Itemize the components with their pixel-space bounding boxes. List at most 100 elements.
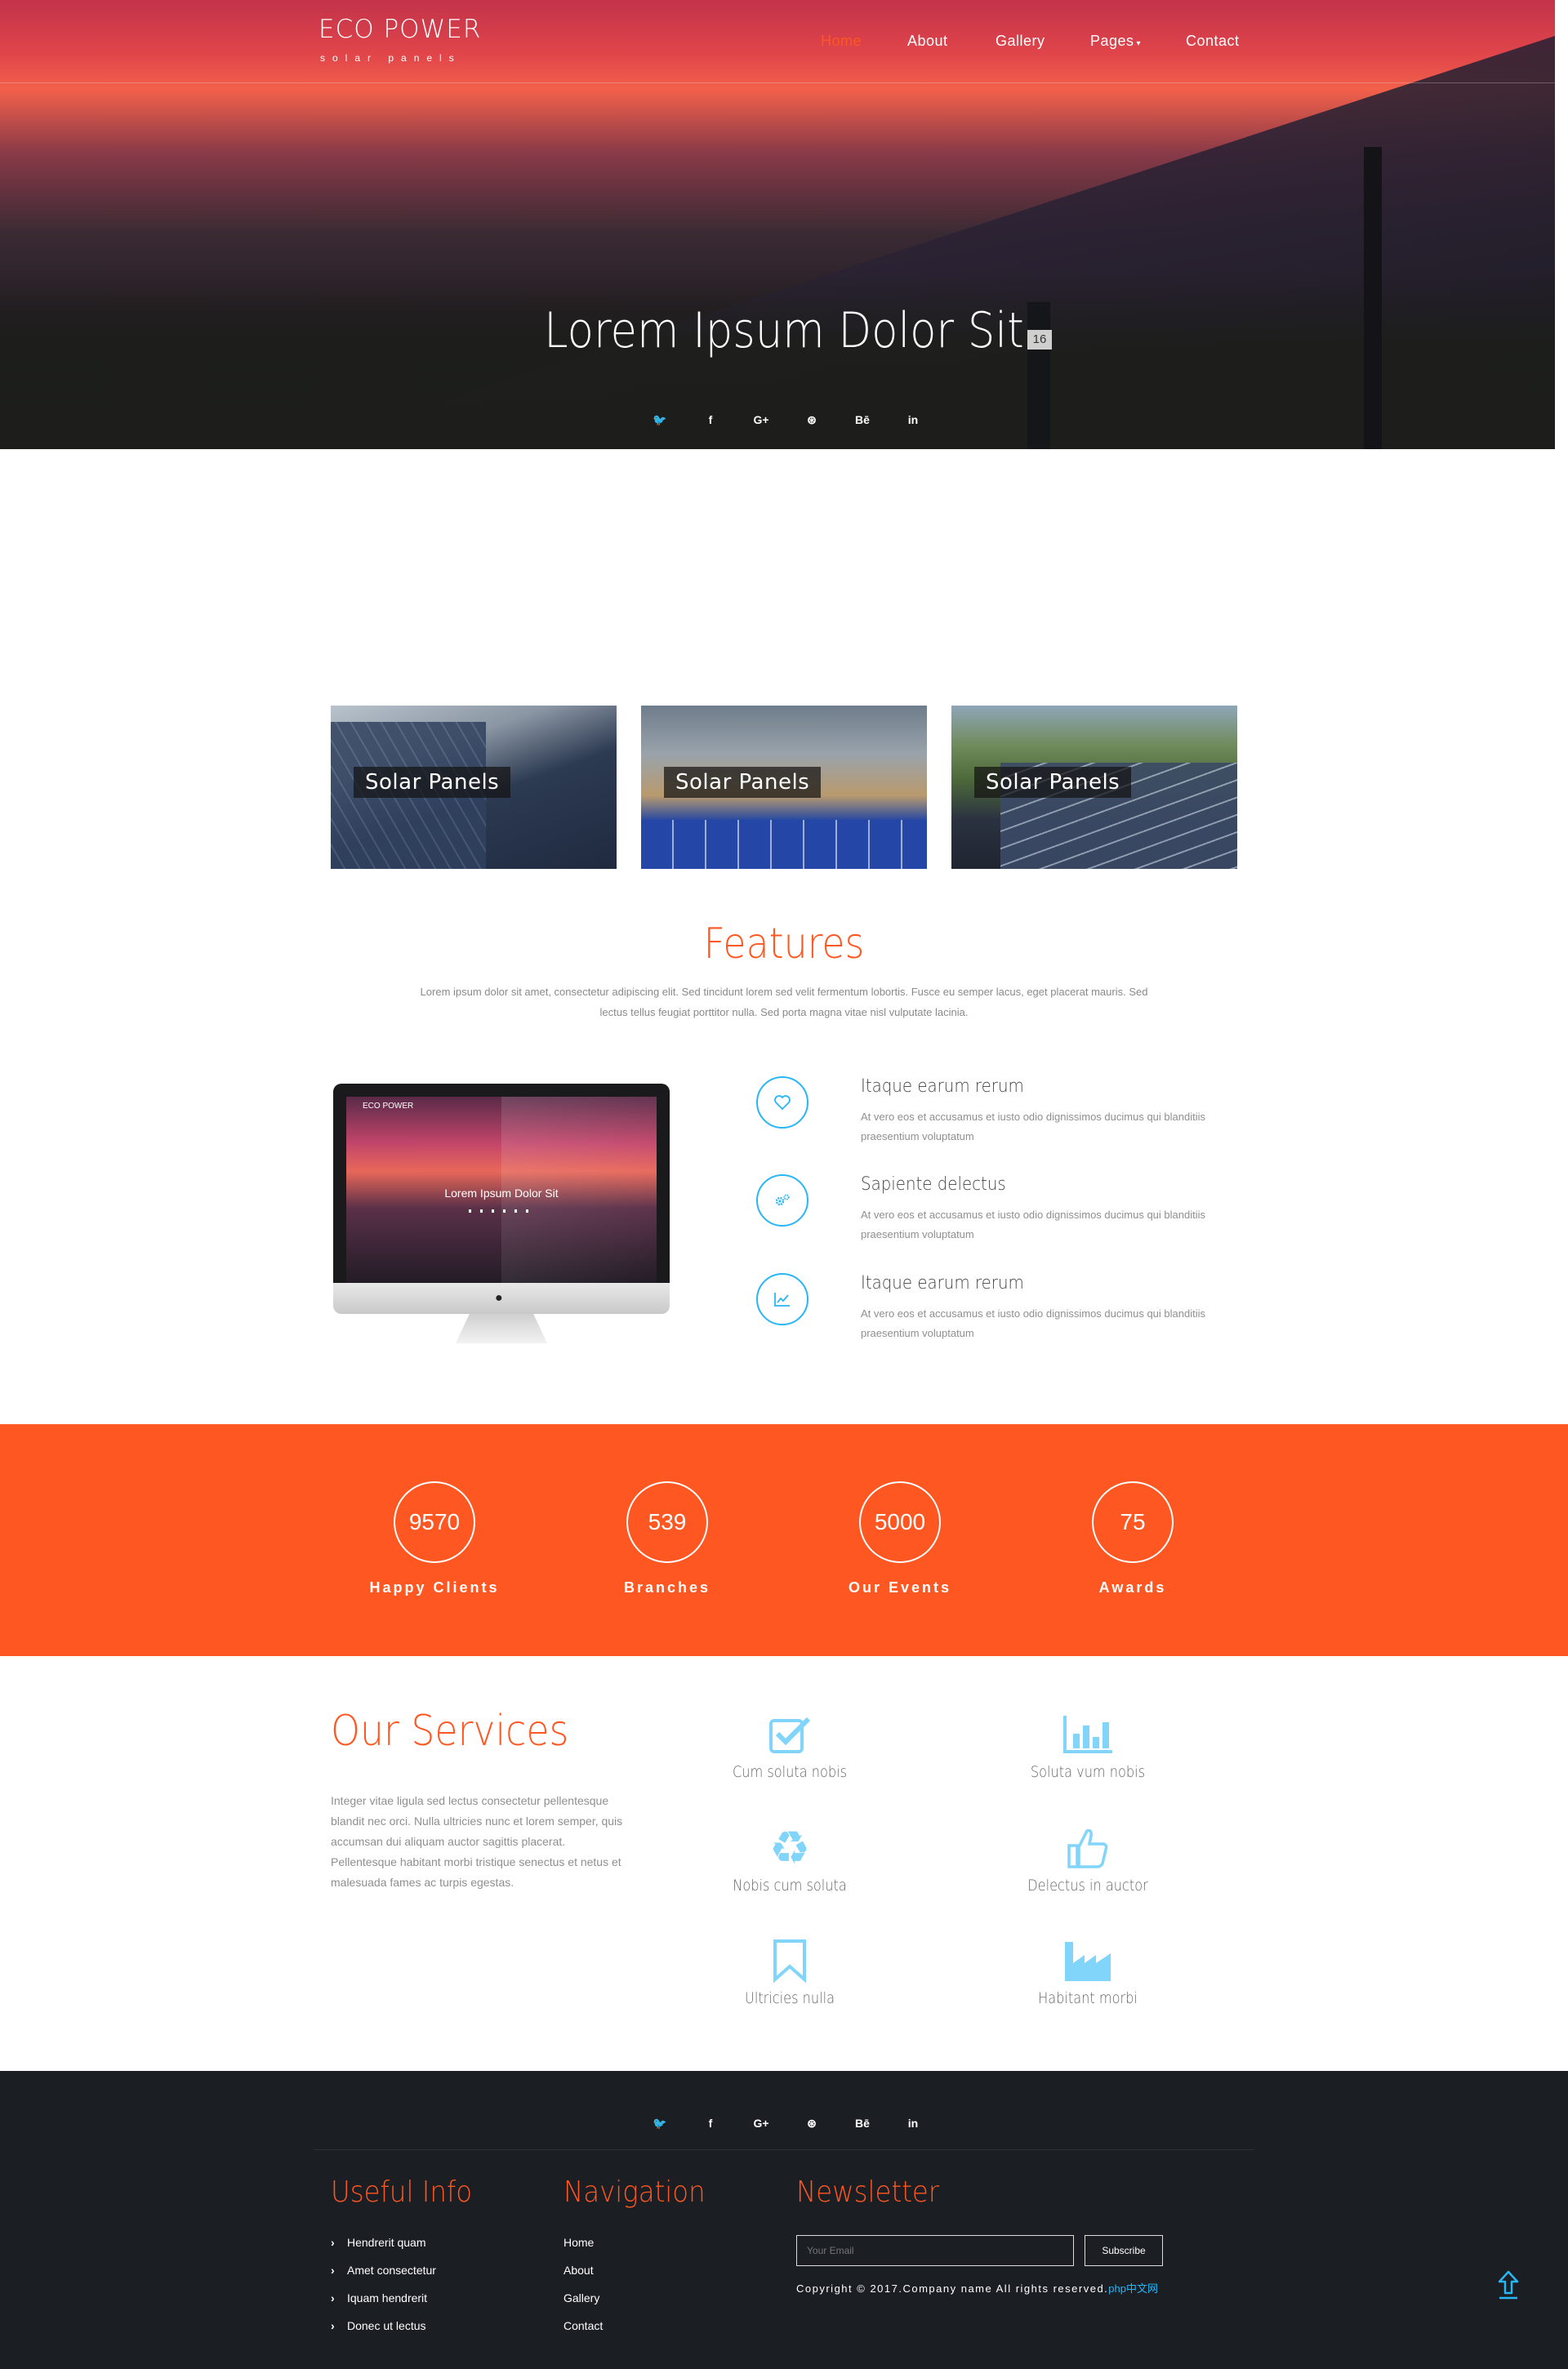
stat-value: 539 <box>626 1481 708 1563</box>
gallery-card-caption: Solar Panels <box>664 767 822 798</box>
brand-logo[interactable]: ECO POWER <box>318 15 481 44</box>
subscribe-button[interactable]: Subscribe <box>1085 2235 1163 2266</box>
gallery-card-caption: Solar Panels <box>974 767 1132 798</box>
behance-icon[interactable]: Bē <box>837 413 888 427</box>
footer-nav-gallery[interactable]: Gallery <box>564 2284 603 2312</box>
service-item: Delectus in auctor <box>990 1823 1186 1895</box>
service-label: Ultricies nulla <box>745 1989 835 2007</box>
dribbble-icon[interactable]: ⊛ <box>786 2117 837 2131</box>
feature-text: At vero eos et accusamus et iusto odio d… <box>861 1307 1205 1339</box>
check-square-icon <box>692 1709 888 1760</box>
facebook-icon[interactable]: f <box>685 413 736 427</box>
service-label: Nobis cum soluta <box>733 1877 847 1895</box>
industry-icon <box>990 1935 1186 1986</box>
solar-panel-image <box>641 820 927 869</box>
feature-text: At vero eos et accusamus et iusto odio d… <box>861 1209 1205 1240</box>
service-label: Delectus in auctor <box>1027 1877 1148 1895</box>
service-label: Soluta vum nobis <box>1030 1763 1146 1781</box>
feature-title: Sapiente delectus <box>861 1174 1006 1195</box>
footer-link-label: Donec ut lectus <box>347 2319 426 2332</box>
footer-divider <box>314 2149 1254 2150</box>
twitter-icon[interactable]: 🐦 <box>635 413 685 427</box>
feature-title: Itaque earum rerum <box>861 1076 1024 1097</box>
useful-info-links: › Hendrerit quam › Amet consectetur › Iquam… <box>331 2229 436 2340</box>
apple-icon: ● <box>495 1291 503 1305</box>
stat-label: Awards <box>1098 1579 1167 1596</box>
navigation-title: Navigation <box>564 2175 706 2209</box>
services-title: Our Services <box>331 1707 569 1756</box>
monitor-logo: ECO POWER <box>363 1102 414 1111</box>
linkedin-icon[interactable]: in <box>888 413 938 427</box>
stat-label: Happy Clients <box>369 1579 500 1596</box>
stat-label: Our Events <box>848 1579 952 1596</box>
service-item: ♻ Nobis cum soluta <box>692 1823 888 1895</box>
nav-pages[interactable]: Pages ▾ <box>1090 33 1141 50</box>
nav-home[interactable]: Home <box>821 33 862 50</box>
footer-link[interactable]: › Hendrerit quam <box>331 2229 436 2256</box>
gallery-card[interactable]: Solar Panels <box>951 706 1237 869</box>
bookmark-icon <box>692 1935 888 1986</box>
features-title: Features <box>703 920 865 969</box>
monitor-stand <box>456 1314 547 1343</box>
footer-link-label: Amet consectetur <box>347 2264 436 2277</box>
monitor-screen: ECO POWER Lorem Ipsum Dolor Sit <box>346 1097 657 1283</box>
newsletter-email-input[interactable] <box>796 2235 1074 2266</box>
useful-info-title: Useful Info <box>331 2175 473 2209</box>
facebook-icon[interactable]: f <box>685 2117 736 2131</box>
line-chart-icon <box>756 1273 808 1325</box>
service-item: Soluta vum nobis <box>990 1709 1186 1781</box>
behance-icon[interactable]: Bē <box>837 2117 888 2131</box>
google-plus-icon[interactable]: G+ <box>736 413 786 427</box>
newsletter-title: Newsletter <box>796 2175 940 2209</box>
chevron-right-icon: › <box>331 2264 335 2277</box>
footer-nav-contact[interactable]: Contact <box>564 2312 603 2340</box>
recycle-icon: ♻ <box>768 1822 811 1873</box>
footer-link[interactable]: › Amet consectetur <box>331 2256 436 2284</box>
caret-down-icon: ▾ <box>1136 39 1142 48</box>
monitor-title: Lorem Ipsum Dolor Sit <box>444 1187 559 1200</box>
hero-panel-support <box>1364 147 1382 449</box>
footer-link[interactable]: › Donec ut lectus <box>331 2312 436 2340</box>
gallery-card[interactable]: Solar Panels <box>331 706 617 869</box>
service-item: Cum soluta nobis <box>692 1709 888 1781</box>
twitter-icon[interactable]: 🐦 <box>635 2117 685 2131</box>
stat-label: Branches <box>623 1579 711 1596</box>
thumbs-up-icon <box>990 1823 1186 1873</box>
feature-text: At vero eos et accusamus et iusto odio d… <box>861 1111 1205 1142</box>
footer-social-links: 🐦 f G+ ⊛ Bē in <box>635 2117 938 2131</box>
dribbble-icon[interactable]: ⊛ <box>786 413 837 427</box>
monitor-mockup: ECO POWER Lorem Ipsum Dolor Sit ● <box>333 1084 670 1353</box>
nav-gallery[interactable]: Gallery <box>996 33 1045 50</box>
monitor-social-dots <box>469 1209 534 1213</box>
gallery-card-caption: Solar Panels <box>354 767 511 798</box>
google-plus-icon[interactable]: G+ <box>736 2117 786 2131</box>
linkedin-icon[interactable]: in <box>888 2117 938 2131</box>
footer-navigation-links: Home About Gallery Contact <box>564 2229 603 2340</box>
footer-nav-about[interactable]: About <box>564 2256 603 2284</box>
service-item: Ultricies nulla <box>692 1935 888 2007</box>
feature-title: Itaque earum rerum <box>861 1273 1024 1294</box>
hero-title: Lorem Ipsum Dolor Sit <box>544 302 1024 359</box>
stats-band <box>0 1424 1568 1656</box>
stat-value: 75 <box>1092 1481 1174 1563</box>
gallery-card[interactable]: Solar Panels <box>641 706 927 869</box>
nav-pages-label: Pages <box>1090 33 1134 49</box>
stat-value: 5000 <box>859 1481 941 1563</box>
arrow-up-icon <box>1498 2270 1519 2300</box>
stat-value: 9570 <box>394 1481 475 1563</box>
copyright: Copyright © 2017.Company name All rights… <box>796 2280 1158 2296</box>
footer-link[interactable]: › Iquam hendrerit <box>331 2284 436 2312</box>
service-item: Habitant morbi <box>990 1935 1186 2007</box>
chevron-right-icon: › <box>331 2236 335 2249</box>
footer-link-label: Iquam hendrerit <box>347 2291 428 2304</box>
brand-tagline: solar panels <box>320 52 461 64</box>
nav-contact[interactable]: Contact <box>1186 33 1240 50</box>
service-label: Cum soluta nobis <box>732 1763 848 1781</box>
copyright-link[interactable]: php中文网 <box>1108 2282 1158 2295</box>
hero-banner: 16 <box>0 0 1555 449</box>
back-to-top-button[interactable] <box>1494 2269 1522 2301</box>
nav-about[interactable]: About <box>907 33 948 50</box>
footer <box>0 2071 1568 2369</box>
footer-nav-home[interactable]: Home <box>564 2229 603 2256</box>
copyright-text: Copyright © 2017.Company name All rights… <box>796 2282 1109 2295</box>
